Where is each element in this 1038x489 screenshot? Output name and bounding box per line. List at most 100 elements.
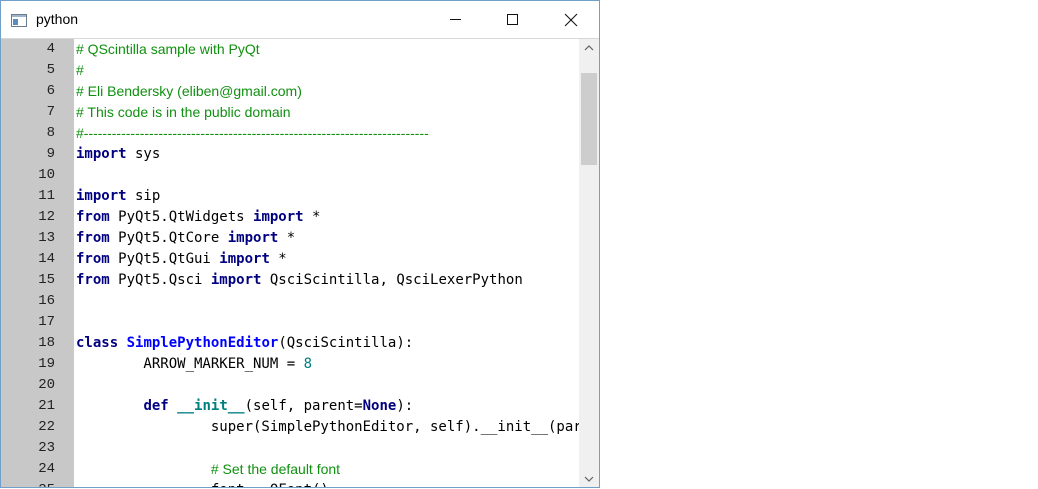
line-number: 21 (38, 398, 55, 414)
line-number: 8 (46, 125, 55, 141)
code-token: import (253, 209, 304, 225)
code-token: SimplePythonEditor (126, 335, 279, 351)
code-token: # This code is in the public domain (76, 104, 291, 120)
code-line[interactable]: # QScintilla sample with PyQt (76, 39, 260, 60)
code-token: from (76, 209, 110, 225)
line-number: 7 (46, 104, 55, 120)
code-token: # Set the default font (210, 461, 341, 477)
title-bar[interactable]: python (1, 1, 599, 39)
code-line[interactable]: import sys (76, 144, 160, 165)
code-token: PyQt5.QtGui (109, 251, 220, 267)
code-line[interactable]: # Eli Bendersky (eliben@gmail.com) (76, 81, 302, 102)
code-token: PyQt5.QtWidgets (109, 209, 254, 225)
code-token: sip (126, 188, 161, 204)
line-number: 18 (38, 335, 55, 351)
window-icon (11, 12, 27, 27)
code-token: sys (126, 146, 161, 162)
code-line[interactable]: from PyQt5.QtWidgets import * (76, 207, 320, 228)
code-line[interactable]: from PyQt5.Qsci import QsciScintilla, Qs… (76, 270, 523, 291)
code-text-area[interactable]: # QScintilla sample with PyQt # # Eli Bend… (74, 39, 579, 487)
maximize-icon (507, 14, 518, 25)
line-number: 13 (38, 230, 55, 246)
code-line[interactable]: font = QFont() (76, 480, 329, 487)
minimize-button[interactable] (427, 1, 485, 38)
close-icon (564, 13, 578, 27)
code-line[interactable]: import sip (76, 186, 160, 207)
vertical-scrollbar[interactable] (579, 39, 599, 487)
close-button[interactable] (542, 1, 599, 38)
line-number: 6 (46, 83, 55, 99)
editor-window: python 4 5 6 7 8 9 10 11 12 13 14 15 16 17 18 19 20 21 22 2… (0, 0, 600, 488)
code-line[interactable]: # Set the default font (76, 459, 340, 480)
line-number: 16 (38, 293, 55, 309)
code-token: class (76, 335, 119, 351)
code-token: from (76, 251, 110, 267)
code-token: 8 (303, 356, 313, 372)
code-token: ): (396, 398, 414, 414)
line-number: 12 (38, 209, 55, 225)
line-number: 10 (38, 167, 55, 183)
code-token: import (219, 251, 270, 267)
code-token: import (76, 188, 127, 204)
code-token: QsciScintilla, QsciLexerPython (261, 272, 523, 288)
line-number-gutter[interactable]: 4 5 6 7 8 9 10 11 12 13 14 15 16 17 18 19 20 21 22 23 24 25 (1, 39, 74, 487)
code-token: import (227, 230, 279, 246)
line-number: 23 (38, 440, 55, 456)
code-line[interactable]: def __init__(self, parent=None): (76, 396, 413, 417)
code-token: font = QFont() (76, 482, 329, 487)
code-token: * (278, 230, 296, 246)
scrollbar-thumb[interactable] (581, 73, 597, 165)
code-line[interactable]: ARROW_MARKER_NUM = 8 (76, 354, 312, 375)
maximize-button[interactable] (484, 1, 542, 38)
line-number: 19 (38, 356, 55, 372)
line-number: 22 (38, 419, 55, 435)
chevron-up-icon (584, 45, 594, 51)
code-token: (QsciScintilla): (278, 335, 414, 351)
line-number: 17 (38, 314, 55, 330)
minimize-icon (450, 19, 461, 20)
code-token: super(SimplePythonEditor, self).__init__… (76, 419, 579, 435)
line-number: 4 (46, 41, 55, 57)
code-editor[interactable]: 4 5 6 7 8 9 10 11 12 13 14 15 16 17 18 19 20 21 22 23 24 25 #… (1, 39, 599, 487)
code-token: (self, parent= (244, 398, 363, 414)
line-number: 14 (38, 251, 55, 267)
code-line[interactable]: from PyQt5.QtCore import * (76, 228, 295, 249)
code-token: # QScintilla sample with PyQt (76, 41, 260, 57)
code-token: None (362, 398, 397, 414)
line-number: 15 (38, 272, 55, 288)
code-token: __init__ (177, 398, 245, 414)
code-token: import (210, 272, 262, 288)
line-number: 11 (38, 188, 55, 204)
scroll-up-button[interactable] (579, 39, 599, 56)
code-token: PyQt5.QtCore (109, 230, 228, 246)
window-title: python (36, 11, 79, 27)
code-line[interactable]: from PyQt5.QtGui import * (76, 249, 287, 270)
code-token: ARROW_MARKER_NUM = (76, 356, 304, 372)
code-token: # (76, 62, 84, 78)
line-number: 25 (1, 480, 55, 487)
code-token: #---------------------------------------… (76, 125, 429, 141)
code-token: from (76, 272, 110, 288)
code-token: def (143, 398, 169, 414)
code-line[interactable]: # This code is in the public domain (76, 102, 291, 123)
code-line[interactable]: class SimplePythonEditor(QsciScintilla): (76, 333, 413, 354)
code-token: * (303, 209, 321, 225)
code-token: import (76, 146, 127, 162)
line-number: 5 (46, 62, 55, 78)
line-number: 24 (38, 461, 55, 477)
code-token: PyQt5.Qsci (109, 272, 211, 288)
line-number: 9 (46, 146, 55, 162)
chevron-down-icon (584, 476, 594, 482)
code-line[interactable]: super(SimplePythonEditor, self).__init__… (76, 417, 579, 438)
code-line[interactable]: #---------------------------------------… (76, 123, 429, 144)
line-number: 20 (38, 377, 55, 393)
scroll-down-button[interactable] (579, 471, 599, 487)
code-token: # Eli Bendersky (eliben@gmail.com) (76, 83, 302, 99)
code-token: * (269, 251, 287, 267)
code-token: from (76, 230, 110, 246)
code-line[interactable]: # (76, 60, 84, 81)
